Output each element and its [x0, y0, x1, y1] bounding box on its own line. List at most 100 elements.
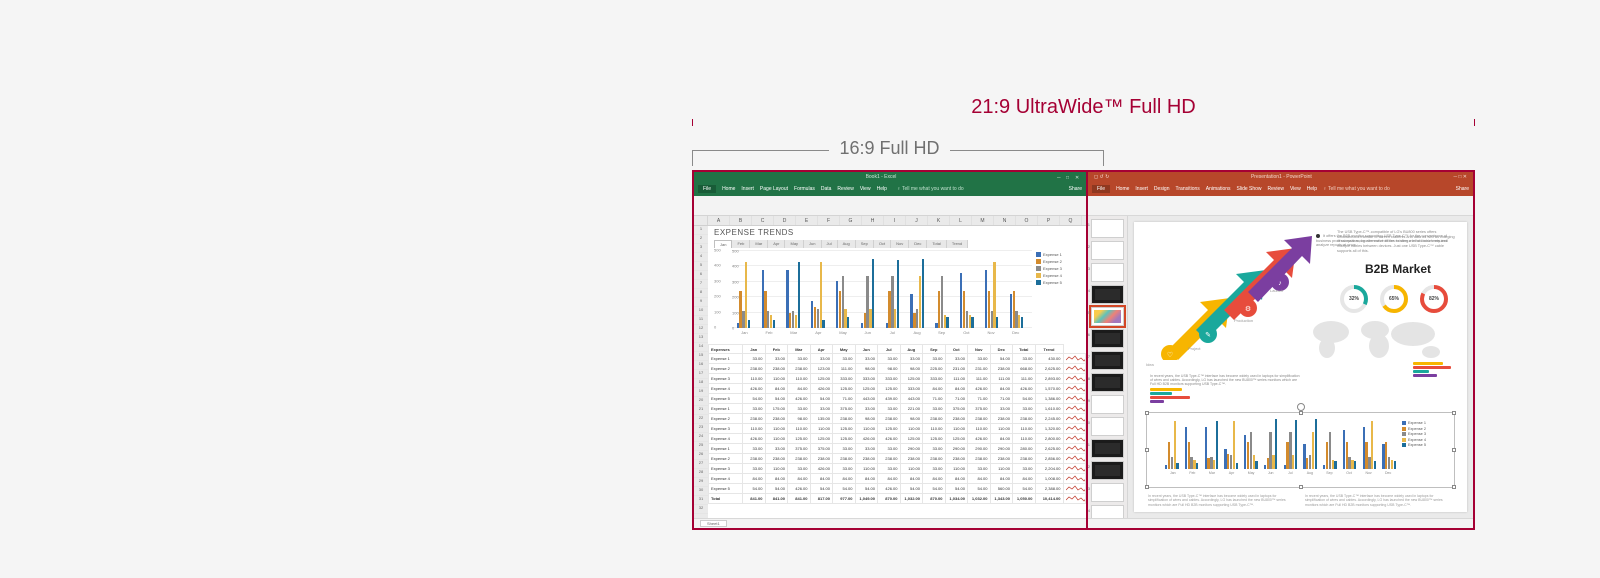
window-controls-right[interactable]: ─□✕ — [1057, 175, 1080, 180]
category-tab[interactable]: Mar — [750, 240, 768, 248]
row-header[interactable]: 8 — [694, 289, 708, 298]
rotate-handle-icon[interactable] — [1297, 403, 1305, 411]
table-row[interactable]: Expense 3110.00110.00110.00110.00125.001… — [709, 424, 1086, 434]
row-header[interactable]: 3 — [694, 244, 708, 253]
table-header[interactable]: Aug — [900, 345, 923, 354]
row-header[interactable]: 17 — [694, 370, 708, 379]
table-header[interactable]: Jul — [878, 345, 901, 354]
category-tab[interactable]: Jun — [804, 240, 821, 248]
ribbon-share[interactable]: Share — [1456, 186, 1469, 192]
category-tab[interactable]: Apr — [768, 240, 785, 248]
quick-access[interactable]: ◻ ↺ ↻ — [1094, 174, 1109, 180]
ribbon-share[interactable]: Share — [1069, 186, 1082, 192]
ribbon-tab-slide show[interactable]: Slide Show — [1237, 186, 1262, 192]
col-header[interactable]: O — [1016, 216, 1038, 225]
row-header[interactable]: 32 — [694, 505, 708, 514]
ribbon-tab-help[interactable]: Help — [877, 186, 887, 192]
ribbon-tab-home[interactable]: Home — [722, 186, 735, 192]
slide-thumb-1[interactable]: 1 — [1091, 219, 1124, 238]
table-header[interactable]: Expenses — [709, 345, 743, 354]
table-row[interactable]: Expense 3110.00110.00110.00125.00333.003… — [709, 374, 1086, 384]
slide-thumb-2[interactable]: 2 — [1091, 241, 1124, 260]
slide-thumb-9[interactable]: 9 — [1091, 395, 1124, 414]
row-header[interactable]: 24 — [694, 433, 708, 442]
ribbon-tab-view[interactable]: View — [1290, 186, 1301, 192]
col-header[interactable]: L — [950, 216, 972, 225]
row-header[interactable]: 2 — [694, 235, 708, 244]
col-header[interactable]: E — [796, 216, 818, 225]
ribbon-search-hint[interactable]: ♀ Tell me what you want to do — [897, 186, 964, 192]
row-header[interactable]: 26 — [694, 451, 708, 460]
col-header[interactable]: I — [884, 216, 906, 225]
row-header[interactable]: 27 — [694, 460, 708, 469]
ribbon-tab-home[interactable]: Home — [1116, 186, 1129, 192]
table-row[interactable]: Expense 133.0033.00375.00375.0033.0033.0… — [709, 444, 1086, 454]
category-tab[interactable]: Aug — [838, 240, 856, 248]
category-tabs[interactable]: JanFebMarAprMayJunJulAugSepOctNovDecTota… — [714, 240, 968, 248]
col-header[interactable]: G — [840, 216, 862, 225]
slide-thumb-5[interactable]: 5 — [1091, 307, 1124, 326]
col-header[interactable]: J — [906, 216, 928, 225]
row-header[interactable]: 29 — [694, 478, 708, 487]
table-row[interactable]: Expense 554.0054.00426.0054.0071.00443.0… — [709, 394, 1086, 404]
window-controls-right[interactable]: ─ □ ✕ — [1453, 174, 1467, 180]
ribbon-tab-insert[interactable]: Insert — [741, 186, 754, 192]
ribbon-tab-transitions[interactable]: Transitions — [1176, 186, 1200, 192]
slide-canvas[interactable]: ♡ ✎ ⚙ ♪ Idea Project Production Launch I… — [1134, 222, 1467, 512]
col-header[interactable]: Q — [1060, 216, 1082, 225]
table-header[interactable]: Apr — [810, 345, 833, 354]
row-header[interactable]: 5 — [694, 262, 708, 271]
row-header[interactable]: 25 — [694, 442, 708, 451]
category-tab[interactable]: Trend — [947, 240, 968, 248]
table-row[interactable]: Expense 133.00175.0033.0033.00375.0033.0… — [709, 404, 1086, 414]
row-header[interactable]: 16 — [694, 361, 708, 370]
table-row[interactable]: Expense 133.0033.0033.0033.0033.0033.003… — [709, 354, 1086, 364]
table-header[interactable]: Feb — [765, 345, 788, 354]
slide-thumb-12[interactable]: 12 — [1091, 461, 1124, 480]
ribbon-tab-insert[interactable]: Insert — [1135, 186, 1148, 192]
slide-thumb-6[interactable]: 6 — [1091, 329, 1124, 348]
row-header[interactable]: 19 — [694, 388, 708, 397]
row-header[interactable]: 10 — [694, 307, 708, 316]
row-header[interactable]: 7 — [694, 280, 708, 289]
table-row[interactable]: Expense 2238.00238.00238.00123.00111.009… — [709, 364, 1086, 374]
row-header[interactable]: 31 — [694, 496, 708, 505]
slide-thumb-14[interactable]: 14 — [1091, 505, 1124, 518]
table-header[interactable]: Jun — [855, 345, 878, 354]
row-header[interactable]: 13 — [694, 334, 708, 343]
row-header[interactable]: 15 — [694, 352, 708, 361]
slide-thumb-7[interactable]: 7 — [1091, 351, 1124, 370]
table-row[interactable]: Expense 2238.00238.0098.00135.00238.0098… — [709, 414, 1086, 424]
col-header[interactable]: A — [708, 216, 730, 225]
row-header[interactable]: 6 — [694, 271, 708, 280]
table-header[interactable]: Jan — [743, 345, 766, 354]
category-tab[interactable]: Jul — [822, 240, 838, 248]
slide-thumb-13[interactable]: 13 — [1091, 483, 1124, 502]
slide-thumb-11[interactable]: 11 — [1091, 439, 1124, 458]
ribbon-tab-animations[interactable]: Animations — [1206, 186, 1231, 192]
category-tab[interactable]: Nov — [891, 240, 909, 248]
row-header[interactable]: 22 — [694, 415, 708, 424]
category-tab[interactable]: Feb — [732, 240, 750, 248]
excel-toolbar[interactable] — [694, 196, 1086, 216]
table-header[interactable]: Nov — [968, 345, 991, 354]
row-header[interactable]: 11 — [694, 316, 708, 325]
sheet-tab[interactable]: Sheet1 — [700, 520, 727, 527]
table-row[interactable]: Expense 4426.00110.00125.00125.00125.004… — [709, 434, 1086, 444]
table-total-row[interactable]: Total841.00841.00841.00817.00977.001,049… — [709, 494, 1086, 504]
table-row[interactable]: Expense 484.0084.0084.0084.0084.0084.008… — [709, 474, 1086, 484]
ribbon-tab-view[interactable]: View — [860, 186, 871, 192]
table-header[interactable]: Dec — [990, 345, 1013, 354]
table-header[interactable]: Sep — [923, 345, 946, 354]
expense-table[interactable]: ExpensesJanFebMarAprMayJunJulAugSepOctNo… — [708, 344, 1086, 518]
col-header[interactable]: K — [928, 216, 950, 225]
ribbon-tab-formulas[interactable]: Formulas — [794, 186, 815, 192]
table-header[interactable]: Total — [1013, 345, 1036, 354]
ppt-toolbar[interactable] — [1088, 196, 1473, 216]
table-header[interactable]: Mar — [788, 345, 811, 354]
col-header[interactable]: N — [994, 216, 1016, 225]
category-tab[interactable]: Total — [927, 240, 946, 248]
slide-thumb-4[interactable]: 4 — [1091, 285, 1124, 304]
row-header[interactable]: 14 — [694, 343, 708, 352]
table-header[interactable]: Oct — [945, 345, 968, 354]
